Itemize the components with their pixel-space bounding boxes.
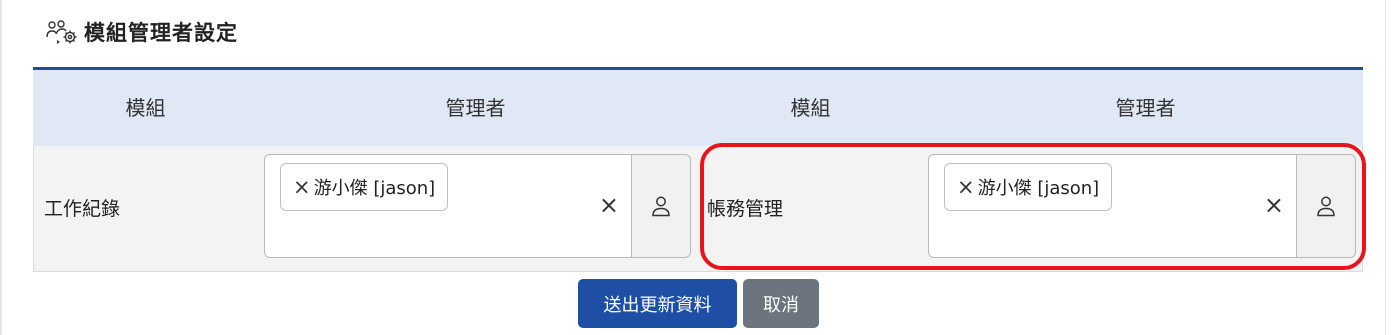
select-user-button[interactable] [632, 154, 691, 258]
cancel-button[interactable]: 取消 [743, 279, 819, 328]
clear-icon[interactable]: × [599, 193, 619, 217]
page-header: 模組管理者設定 [46, 17, 238, 47]
manager-chip-label: 游小傑 [jason] [977, 178, 1100, 199]
manager-chip[interactable]: × 游小傑 [jason] [944, 163, 1113, 211]
module-manager-table: 模組 管理者 模組 管理者 工作紀錄 × 游小傑 [jason] × 帳務管理 … [33, 67, 1363, 272]
page-title: 模組管理者設定 [84, 21, 238, 45]
manager-chip[interactable]: × 游小傑 [jason] [280, 163, 449, 211]
user-icon [652, 196, 670, 217]
select-user-button[interactable] [1297, 154, 1356, 258]
chip-remove-icon[interactable]: × [957, 176, 975, 198]
left-border [0, 0, 2, 335]
submit-update-button[interactable]: 送出更新資料 [578, 279, 737, 328]
user-icon [1317, 196, 1335, 217]
chip-remove-icon[interactable]: × [293, 176, 311, 198]
clear-icon[interactable]: × [1264, 193, 1284, 217]
table-header: 模組 管理者 模組 管理者 [33, 70, 1363, 146]
module-label-right: 帳務管理 [707, 198, 784, 220]
right-border [1385, 0, 1386, 335]
header-manager-left: 管理者 [445, 96, 506, 120]
table-row: 工作紀錄 × 游小傑 [jason] × 帳務管理 × 游小傑 [jason] … [33, 146, 1363, 272]
manager-chip-label: 游小傑 [jason] [313, 178, 436, 199]
header-module-right: 模組 [790, 96, 831, 120]
header-module-left: 模組 [125, 96, 166, 120]
manager-select-right[interactable]: × 游小傑 [jason] × [928, 154, 1297, 258]
users-gear-icon [46, 18, 78, 46]
manager-select-left[interactable]: × 游小傑 [jason] × [264, 154, 632, 258]
header-manager-right: 管理者 [1115, 96, 1176, 120]
module-label-left: 工作紀錄 [44, 198, 121, 220]
